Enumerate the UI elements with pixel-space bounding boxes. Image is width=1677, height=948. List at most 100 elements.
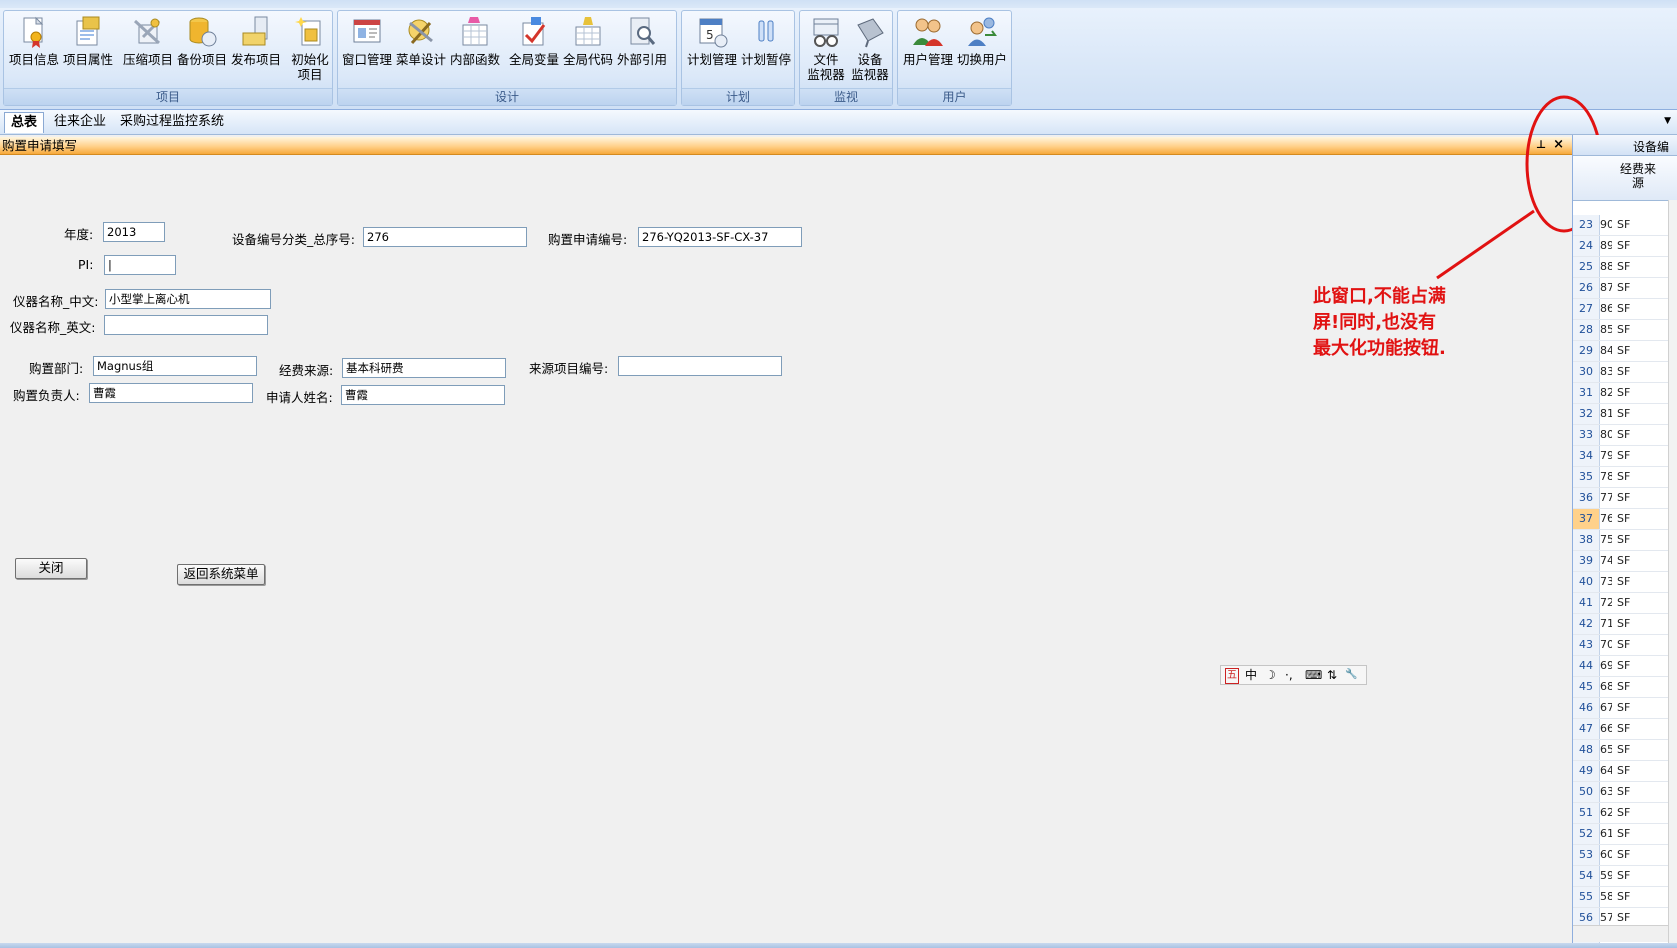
row-number[interactable]: 31: [1573, 383, 1600, 403]
row-number[interactable]: 38: [1573, 530, 1600, 550]
external-reference-button[interactable]: 外部引用: [616, 13, 668, 85]
global-variable-button[interactable]: 全局变量: [508, 13, 560, 85]
row-number[interactable]: 39: [1573, 551, 1600, 571]
table-row[interactable]: 5459 SF: [1573, 866, 1668, 887]
ime-settings-icon[interactable]: 🔧: [1345, 666, 1357, 684]
compress-project-button[interactable]: 压缩项目: [122, 13, 174, 85]
table-row[interactable]: 2489 SF: [1573, 236, 1668, 257]
row-number[interactable]: 36: [1573, 488, 1600, 508]
close-icon[interactable]: ×: [1553, 137, 1564, 152]
device-monitor-button[interactable]: 设备 监视器: [844, 13, 896, 85]
row-number[interactable]: 43: [1573, 635, 1600, 655]
table-row[interactable]: 2390 SF: [1573, 215, 1668, 236]
window-manager-button[interactable]: 窗口管理: [341, 13, 393, 85]
row-number[interactable]: 55: [1573, 887, 1600, 907]
horizontal-scrollbar[interactable]: [1573, 925, 1668, 942]
table-row[interactable]: 5261 SF: [1573, 824, 1668, 845]
table-row[interactable]: 3578 SF: [1573, 467, 1668, 488]
backup-project-button[interactable]: 备份项目: [176, 13, 228, 85]
vertical-scrollbar[interactable]: [1668, 200, 1677, 943]
row-number[interactable]: 46: [1573, 698, 1600, 718]
table-row[interactable]: 2885 SF: [1573, 320, 1668, 341]
table-row[interactable]: 4568 SF: [1573, 677, 1668, 698]
table-row[interactable]: 4766 SF: [1573, 719, 1668, 740]
internal-function-button[interactable]: 内部函数: [449, 13, 501, 85]
row-number[interactable]: 29: [1573, 341, 1600, 361]
plan-pause-button[interactable]: 计划暂停: [740, 13, 792, 85]
row-number[interactable]: 42: [1573, 614, 1600, 634]
table-row[interactable]: 2588 SF: [1573, 257, 1668, 278]
row-number[interactable]: 47: [1573, 719, 1600, 739]
tab-partner-companies[interactable]: 往来企业: [48, 112, 112, 132]
row-number[interactable]: 33: [1573, 425, 1600, 445]
table-row[interactable]: 4865 SF: [1573, 740, 1668, 761]
row-number[interactable]: 24: [1573, 236, 1600, 256]
table-row[interactable]: 4073 SF: [1573, 572, 1668, 593]
row-number[interactable]: 27: [1573, 299, 1600, 319]
row-number[interactable]: 52: [1573, 824, 1600, 844]
row-number[interactable]: 23: [1573, 215, 1600, 235]
table-row[interactable]: 4172 SF: [1573, 593, 1668, 614]
row-number[interactable]: 25: [1573, 257, 1600, 277]
ime-keyboard-icon[interactable]: ⌨: [1305, 666, 1322, 684]
global-code-button[interactable]: 全局代码: [562, 13, 614, 85]
table-row[interactable]: 3776 SF: [1573, 509, 1668, 530]
project-number-field[interactable]: [618, 356, 782, 376]
table-row[interactable]: 4469 SF: [1573, 656, 1668, 677]
row-number[interactable]: 40: [1573, 572, 1600, 592]
ime-chinese-icon[interactable]: 中: [1245, 666, 1257, 684]
switch-user-button[interactable]: 切换用户: [956, 13, 1008, 85]
row-number[interactable]: 48: [1573, 740, 1600, 760]
row-number[interactable]: 35: [1573, 467, 1600, 487]
name-en-field[interactable]: [104, 315, 268, 335]
publish-project-button[interactable]: 发布项目: [230, 13, 282, 85]
pin-icon[interactable]: ⊥: [1536, 138, 1546, 151]
row-number[interactable]: 34: [1573, 446, 1600, 466]
request-number-field[interactable]: 276-YQ2013-SF-CX-37: [638, 227, 802, 247]
owner-field[interactable]: 曹霞: [89, 383, 253, 403]
table-row[interactable]: 4667 SF: [1573, 698, 1668, 719]
table-row[interactable]: 2786 SF: [1573, 299, 1668, 320]
ime-switch-icon[interactable]: ⇅: [1327, 666, 1337, 684]
project-properties-button[interactable]: 项目属性: [62, 13, 114, 85]
row-number[interactable]: 53: [1573, 845, 1600, 865]
tab-summary[interactable]: 总表: [4, 112, 45, 133]
table-row[interactable]: 5162 SF: [1573, 803, 1668, 824]
row-number[interactable]: 30: [1573, 362, 1600, 382]
department-field[interactable]: Magnus组: [93, 356, 257, 376]
table-row[interactable]: 3479 SF: [1573, 446, 1668, 467]
table-row[interactable]: 5063 SF: [1573, 782, 1668, 803]
project-info-button[interactable]: 项目信息: [8, 13, 60, 85]
row-number[interactable]: 51: [1573, 803, 1600, 823]
row-number[interactable]: 41: [1573, 593, 1600, 613]
row-number[interactable]: 37: [1573, 509, 1600, 529]
table-row[interactable]: 5360 SF: [1573, 845, 1668, 866]
applicant-field[interactable]: 曹霞: [341, 385, 505, 405]
ime-halfwidth-icon[interactable]: ☽: [1265, 666, 1276, 684]
tab-dropdown-icon[interactable]: ▼: [1664, 116, 1671, 126]
ime-punctuation-icon[interactable]: ·,: [1285, 666, 1293, 684]
table-row[interactable]: 3281 SF: [1573, 404, 1668, 425]
plan-management-button[interactable]: 5 计划管理: [686, 13, 738, 85]
table-row[interactable]: 3182 SF: [1573, 383, 1668, 404]
row-number[interactable]: 49: [1573, 761, 1600, 781]
user-management-button[interactable]: 用户管理: [902, 13, 954, 85]
row-number[interactable]: 28: [1573, 320, 1600, 340]
equipment-code-field[interactable]: 276: [363, 227, 527, 247]
table-row[interactable]: 3974 SF: [1573, 551, 1668, 572]
menu-design-button[interactable]: 菜单设计: [395, 13, 447, 85]
table-row[interactable]: 5558 SF: [1573, 887, 1668, 908]
table-row[interactable]: 3380 SF: [1573, 425, 1668, 446]
table-row[interactable]: 2687 SF: [1573, 278, 1668, 299]
fund-source-field[interactable]: 基本科研费: [342, 358, 506, 378]
table-row[interactable]: 4370 SF: [1573, 635, 1668, 656]
table-row[interactable]: 2984 SF: [1573, 341, 1668, 362]
row-number[interactable]: 50: [1573, 782, 1600, 802]
return-menu-button[interactable]: 返回系统菜单: [177, 564, 265, 585]
tab-procurement-monitor[interactable]: 采购过程监控系统: [114, 112, 230, 132]
row-number[interactable]: 26: [1573, 278, 1600, 298]
name-cn-field[interactable]: 小型掌上离心机: [105, 289, 271, 309]
initialize-project-button[interactable]: 初始化 项目: [284, 13, 336, 85]
row-number[interactable]: 44: [1573, 656, 1600, 676]
row-number[interactable]: 32: [1573, 404, 1600, 424]
